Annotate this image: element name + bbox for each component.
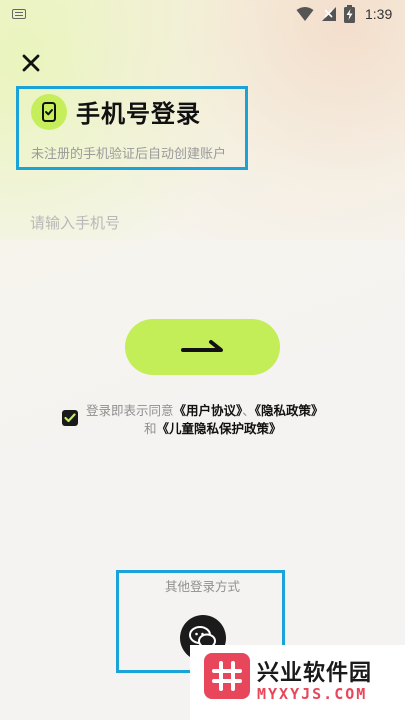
check-icon	[64, 413, 76, 423]
wifi-icon	[296, 7, 314, 21]
status-bar: 1:39	[0, 0, 405, 30]
signal-icon	[322, 7, 336, 21]
close-icon	[22, 54, 40, 72]
arrow-right-icon	[180, 340, 223, 352]
keyboard-icon	[12, 9, 26, 19]
agreement-separator: 、	[242, 403, 255, 418]
other-login-label: 其他登录方式	[164, 579, 240, 594]
privacy-policy-link[interactable]: 《隐私政策》	[255, 403, 324, 418]
watermark-logo-icon	[204, 653, 250, 699]
user-agreement-link[interactable]: 《用户协议》	[174, 403, 243, 418]
page-subtitle: 未注册的手机验证后自动创建账户	[31, 147, 227, 162]
watermark: 兴业软件园 MYXYJS.COM	[190, 645, 405, 720]
watermark-title: 兴业软件园	[257, 661, 373, 686]
agreement-prefix: 登录即表示同意	[86, 403, 174, 418]
child-privacy-policy-link[interactable]: 《儿童隐私保护政策》	[157, 421, 282, 436]
agreement-text: 登录即表示同意《用户协议》、《隐私政策》	[86, 400, 324, 419]
agreement-text-line2: 和《儿童隐私保护政策》	[144, 418, 282, 437]
agreement-and: 和	[144, 421, 157, 436]
next-button[interactable]	[125, 319, 280, 375]
watermark-url: MYXYJS.COM	[257, 685, 368, 703]
phone-input[interactable]	[30, 208, 375, 238]
status-time: 1:39	[365, 6, 393, 22]
close-button[interactable]	[20, 52, 42, 74]
agree-checkbox[interactable]	[62, 410, 78, 426]
page-title: 手机号登录	[76, 100, 201, 128]
battery-charging-icon	[344, 5, 355, 23]
phone-shield-icon	[31, 94, 67, 130]
